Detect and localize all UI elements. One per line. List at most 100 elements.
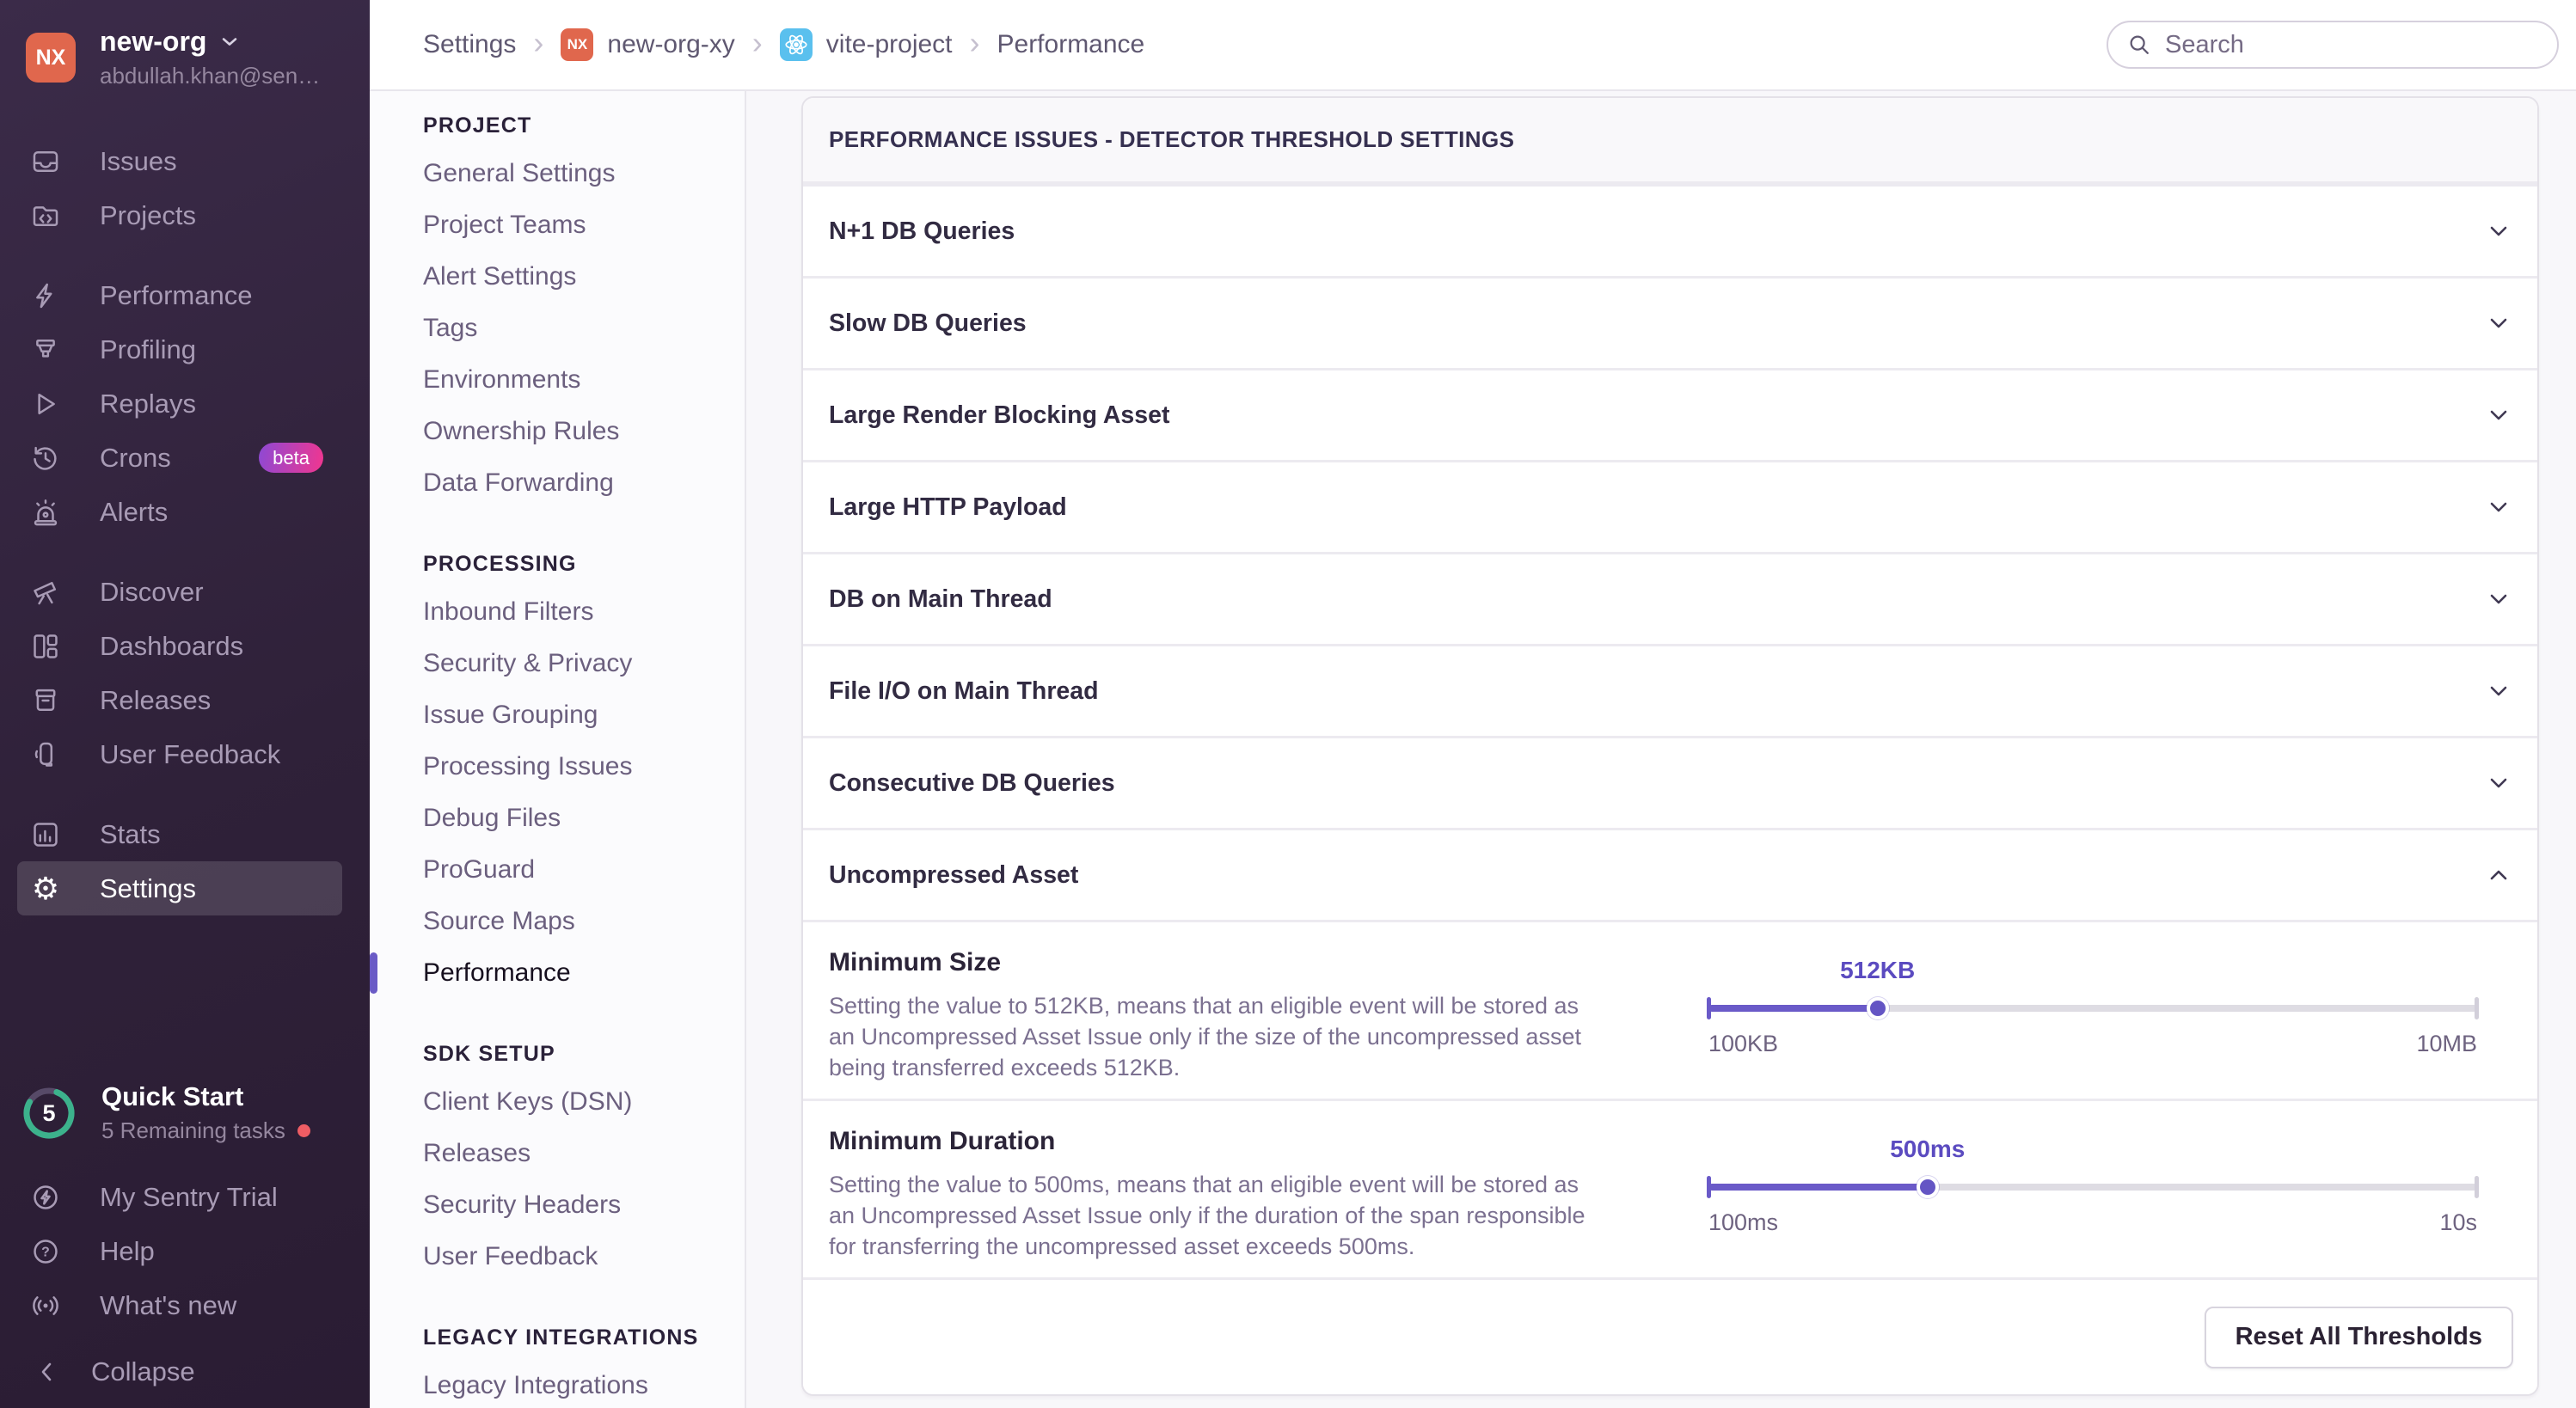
detector-row-large-http-payload[interactable]: Large HTTP Payload — [803, 460, 2537, 552]
slider-thumb[interactable] — [1867, 997, 1889, 1019]
chevron-left-icon — [34, 1359, 60, 1385]
section-title: LEGACY INTEGRATIONS — [423, 1315, 745, 1360]
chevron-down-icon[interactable] — [2486, 218, 2512, 244]
sidebar-item-dashboards[interactable]: Dashboards — [0, 619, 370, 673]
org-email: abdullah.khan@sen… — [100, 63, 320, 89]
search-input[interactable] — [2163, 30, 2538, 60]
settings-nav-item-issue-grouping[interactable]: Issue Grouping — [423, 689, 745, 741]
slider-max-label: 10MB — [2416, 1031, 2477, 1057]
slider-max-cap — [2475, 997, 2479, 1019]
settings-nav-item-tags[interactable]: Tags — [423, 303, 745, 354]
quick-start-panel[interactable]: 5 Quick Start 5 Remaining tasks — [0, 1081, 370, 1144]
minimum-size-slider: 512KB 100KB 10MB — [1708, 948, 2477, 1099]
sidebar-item-help[interactable]: ? Help — [0, 1224, 370, 1278]
chevron-down-icon[interactable] — [2486, 586, 2512, 612]
sidebar-item-label: Settings — [100, 873, 196, 904]
settings-nav-item-processing-issues[interactable]: Processing Issues — [423, 741, 745, 793]
sidebar-item-label: Performance — [100, 280, 252, 311]
sidebar-item-user-feedback[interactable]: User Feedback — [0, 727, 370, 781]
siren-icon — [29, 498, 62, 527]
section-title: PROJECT — [423, 103, 745, 148]
detector-row-db-on-main-thread[interactable]: DB on Main Thread — [803, 552, 2537, 644]
sidebar-item-issues[interactable]: Issues — [0, 134, 370, 188]
sidebar-item-stats[interactable]: Stats — [0, 807, 370, 861]
breadcrumb-separator: › — [533, 28, 543, 58]
settings-nav-item-general-settings[interactable]: General Settings — [423, 148, 745, 199]
threshold-title: Minimum Duration — [829, 1127, 1620, 1156]
bolt-circle-icon — [29, 1183, 62, 1212]
settings-nav-item-project-teams[interactable]: Project Teams — [423, 199, 745, 251]
settings-nav-item-data-forwarding[interactable]: Data Forwarding — [423, 457, 745, 509]
detector-row-consecutive-db-queries[interactable]: Consecutive DB Queries — [803, 736, 2537, 828]
sidebar-item-projects[interactable]: Projects — [0, 188, 370, 242]
sidebar-group-admin: Stats ⚙ Settings — [0, 807, 370, 915]
sidebar-utility-group: My Sentry Trial ? Help What's new — [0, 1170, 370, 1332]
detector-row-uncompressed-asset[interactable]: Uncompressed Asset — [803, 828, 2537, 920]
settings-nav: PROJECT General Settings Project Teams A… — [370, 91, 746, 1408]
slider-thumb[interactable] — [1917, 1176, 1939, 1198]
sidebar-item-profiling[interactable]: Profiling — [0, 322, 370, 376]
settings-nav-item-releases[interactable]: Releases — [423, 1128, 745, 1179]
sidebar-item-performance[interactable]: Performance — [0, 268, 370, 322]
sidebar-item-releases[interactable]: Releases — [0, 673, 370, 727]
settings-nav-item-inbound-filters[interactable]: Inbound Filters — [423, 586, 745, 638]
sidebar-item-label: Discover — [100, 577, 204, 608]
detector-row-large-render-blocking-asset[interactable]: Large Render Blocking Asset — [803, 368, 2537, 460]
settings-nav-item-legacy-integrations[interactable]: Legacy Integrations — [423, 1360, 745, 1408]
collapse-sidebar-button[interactable]: Collapse — [0, 1356, 370, 1387]
inbox-icon — [29, 147, 62, 176]
slider-fill — [1708, 1005, 1878, 1012]
slider-min-cap — [1707, 1176, 1711, 1198]
chevron-down-icon[interactable] — [2486, 770, 2512, 796]
sidebar-item-discover[interactable]: Discover — [0, 565, 370, 619]
slider-fill — [1708, 1184, 1928, 1191]
sidebar-item-alerts[interactable]: Alerts — [0, 485, 370, 539]
chevron-down-icon[interactable] — [2486, 494, 2512, 520]
org-avatar: NX — [26, 33, 76, 83]
settings-nav-section-sdk-setup: SDK SETUP Client Keys (DSN) Releases Sec… — [423, 1032, 745, 1283]
chevron-up-icon[interactable] — [2486, 862, 2512, 888]
breadcrumb-org[interactable]: NX new-org-xy — [561, 28, 734, 61]
settings-nav-item-source-maps[interactable]: Source Maps — [423, 896, 745, 947]
settings-nav-item-debug-files[interactable]: Debug Files — [423, 793, 745, 844]
settings-nav-item-client-keys[interactable]: Client Keys (DSN) — [423, 1076, 745, 1128]
detector-row-file-io-on-main-thread[interactable]: File I/O on Main Thread — [803, 644, 2537, 736]
minimum-duration-slider: 500ms 100ms 10s — [1708, 1127, 2477, 1277]
settings-nav-item-security-headers[interactable]: Security Headers — [423, 1179, 745, 1231]
org-switcher[interactable]: NX new-org abdullah.khan@sen… — [0, 0, 370, 108]
folder-code-icon — [29, 201, 62, 230]
settings-nav-section-legacy: LEGACY INTEGRATIONS Legacy Integrations — [423, 1315, 745, 1408]
flash-icon — [29, 335, 62, 364]
breadcrumb-project[interactable]: vite-project — [780, 28, 953, 61]
chevron-down-icon[interactable] — [2486, 678, 2512, 704]
settings-nav-item-user-feedback[interactable]: User Feedback — [423, 1231, 745, 1283]
settings-nav-item-security-privacy[interactable]: Security & Privacy — [423, 638, 745, 689]
detector-row-slow-db-queries[interactable]: Slow DB Queries — [803, 276, 2537, 368]
sidebar-item-label: Releases — [100, 685, 211, 716]
detector-row-n-plus-one-db-queries[interactable]: N+1 DB Queries — [803, 184, 2537, 276]
chevron-down-icon[interactable] — [2486, 402, 2512, 428]
settings-nav-item-alert-settings[interactable]: Alert Settings — [423, 251, 745, 303]
sidebar-item-trial[interactable]: My Sentry Trial — [0, 1170, 370, 1224]
org-badge: NX — [561, 28, 593, 61]
sidebar-item-replays[interactable]: Replays — [0, 376, 370, 431]
settings-nav-item-performance[interactable]: Performance — [423, 947, 745, 999]
settings-nav-item-ownership-rules[interactable]: Ownership Rules — [423, 406, 745, 457]
settings-nav-item-proguard[interactable]: ProGuard — [423, 844, 745, 896]
search-box[interactable] — [2107, 21, 2559, 69]
settings-nav-item-environments[interactable]: Environments — [423, 354, 745, 406]
chevron-down-icon[interactable] — [2486, 310, 2512, 336]
threshold-row-minimum-size: Minimum Size Setting the value to 512KB,… — [803, 920, 2537, 1099]
reset-all-thresholds-button[interactable]: Reset All Thresholds — [2205, 1307, 2513, 1368]
sidebar-item-label: What's new — [100, 1290, 236, 1321]
sidebar-item-label: Projects — [100, 200, 196, 231]
clock-history-icon — [29, 444, 62, 473]
sidebar-item-whats-new[interactable]: What's new — [0, 1278, 370, 1332]
threshold-row-minimum-duration: Minimum Duration Setting the value to 50… — [803, 1099, 2537, 1277]
sidebar-item-crons[interactable]: Crons beta — [0, 431, 370, 485]
slider-max-label: 10s — [2439, 1209, 2477, 1236]
app-sidebar: NX new-org abdullah.khan@sen… Issues Pro… — [0, 0, 370, 1408]
main-content: PERFORMANCE ISSUES - DETECTOR THRESHOLD … — [748, 91, 2576, 1408]
breadcrumb-settings[interactable]: Settings — [423, 30, 516, 59]
sidebar-item-settings[interactable]: ⚙ Settings — [17, 861, 342, 915]
